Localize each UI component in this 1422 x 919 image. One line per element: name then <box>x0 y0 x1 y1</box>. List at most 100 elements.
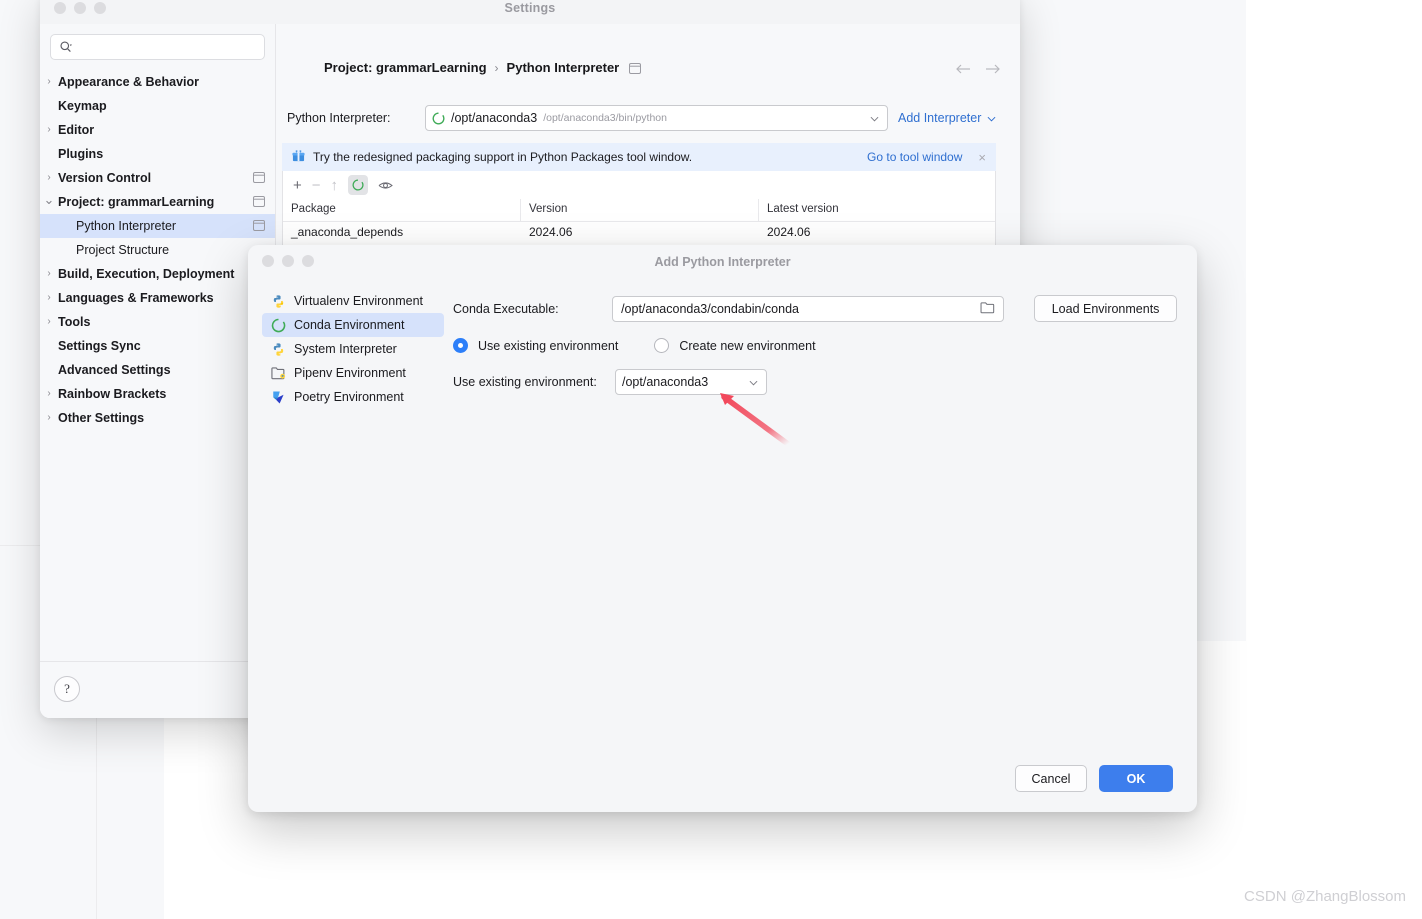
sidebar-item-settings-sync[interactable]: Settings Sync <box>40 334 275 358</box>
chevron-right-icon[interactable]: › <box>40 389 58 399</box>
poetry-icon <box>270 389 286 405</box>
chevron-right-icon[interactable]: › <box>40 173 58 183</box>
conda-executable-value: /opt/anaconda3/condabin/conda <box>621 301 799 316</box>
python-interpreter-subpath: /opt/anaconda3/bin/python <box>543 112 667 124</box>
create-new-environment-radio[interactable] <box>654 338 670 353</box>
package-table-header: Package Version Latest version <box>283 199 995 222</box>
project-scope-icon <box>253 196 265 207</box>
breadcrumb-project[interactable]: Project: grammarLearning <box>324 60 487 75</box>
package-column-header[interactable]: Version <box>521 199 759 221</box>
sidebar-item-plugins[interactable]: Plugins <box>40 142 275 166</box>
env-type-conda-environment[interactable]: Conda Environment <box>262 313 444 337</box>
chevron-down-icon <box>870 111 879 125</box>
table-cell: _anaconda_depends <box>291 225 404 239</box>
dialog-buttons: Cancel OK <box>1015 765 1173 792</box>
packaging-banner: Try the redesigned packaging support in … <box>282 143 996 171</box>
sidebar-item-label: Settings Sync <box>58 339 141 353</box>
chevron-down-icon <box>987 111 996 125</box>
python-interpreter-label: Python Interpreter: <box>287 111 391 125</box>
env-type-system-interpreter[interactable]: System Interpreter <box>262 337 444 361</box>
settings-tree: › Appearance & Behavior Keymap › Editor Plugi… <box>40 66 275 430</box>
conda-icon <box>432 112 445 125</box>
settings-titlebar: Settings <box>40 0 1020 24</box>
conda-executable-row: Conda Executable: /opt/anaconda3/condabi… <box>453 295 1177 322</box>
use-existing-environment-radio-label[interactable]: Use existing environment <box>478 339 618 353</box>
chevron-down-icon[interactable]: ⌄ <box>40 193 58 206</box>
env-type-label: Virtualenv Environment <box>294 294 424 308</box>
use-existing-environment-value: /opt/anaconda3 <box>622 375 709 389</box>
sidebar-item-label: Other Settings <box>58 411 145 425</box>
sidebar-item-other-settings[interactable]: › Other Settings <box>40 406 275 430</box>
settings-window-title: Settings <box>504 1 556 15</box>
search-input[interactable] <box>77 39 256 55</box>
add-interpreter-button[interactable]: Add Interpreter <box>898 111 996 125</box>
close-banner-icon[interactable]: × <box>978 150 986 165</box>
sidebar-item-tools[interactable]: › Tools <box>40 310 275 334</box>
table-cell: 2024.06 <box>529 225 573 239</box>
chevron-right-icon[interactable]: › <box>40 317 58 327</box>
env-type-poetry-environment[interactable]: Poetry Environment <box>262 385 444 409</box>
conda-executable-label: Conda Executable: <box>453 301 559 316</box>
navigation-arrows[interactable] <box>954 62 1002 76</box>
ide-right-panel <box>1246 0 1422 919</box>
sidebar-item-label: Editor <box>58 123 95 137</box>
package-column-header[interactable]: Package <box>283 199 521 221</box>
sidebar-item-label: Plugins <box>58 147 104 161</box>
env-type-pipenv-environment[interactable]: Pipenv Environment <box>262 361 444 385</box>
chevron-right-icon[interactable]: › <box>40 269 58 279</box>
chevron-right-icon[interactable]: › <box>40 413 58 423</box>
help-button[interactable]: ? <box>54 676 80 702</box>
search-icon <box>59 40 73 54</box>
dialog-form: Conda Executable: /opt/anaconda3/condabi… <box>453 295 1177 411</box>
browse-folder-icon[interactable] <box>980 301 995 316</box>
sidebar-item-appearance-behavior[interactable]: › Appearance & Behavior <box>40 70 275 94</box>
sidebar-item-label: Build, Execution, Deployment <box>58 267 235 281</box>
sidebar-item-label: Rainbow Brackets <box>58 387 167 401</box>
packaging-banner-text: Try the redesigned packaging support in … <box>313 150 693 164</box>
load-environments-button[interactable]: Load Environments <box>1034 295 1177 322</box>
show-early-releases-icon[interactable] <box>378 179 393 192</box>
sidebar-item-python-interpreter[interactable]: Python Interpreter <box>40 214 275 238</box>
python-icon <box>270 341 286 357</box>
gift-icon <box>292 149 305 165</box>
settings-search-box[interactable] <box>50 34 265 60</box>
sidebar-item-version-control[interactable]: › Version Control <box>40 166 275 190</box>
sidebar-item-project-grammarlearning[interactable]: ⌄ Project: grammarLearning <box>40 190 275 214</box>
package-column-header[interactable]: Latest version <box>759 199 995 221</box>
conda-executable-input[interactable]: /opt/anaconda3/condabin/conda <box>612 295 1005 322</box>
conda-toolbar-icon[interactable] <box>348 175 369 195</box>
python-interpreter-combo[interactable]: /opt/anaconda3 /opt/anaconda3/bin/python <box>425 105 888 131</box>
chevron-right-icon[interactable]: › <box>40 125 58 135</box>
use-existing-environment-combo[interactable]: /opt/anaconda3 <box>615 369 767 395</box>
project-scope-icon <box>253 220 265 231</box>
back-arrow-icon[interactable] <box>954 62 972 76</box>
sidebar-item-advanced-settings[interactable]: Advanced Settings <box>40 358 275 382</box>
chevron-right-icon[interactable]: › <box>40 293 58 303</box>
environment-mode-radios: Use existing environment Create new envi… <box>453 338 1177 353</box>
add-package-icon[interactable]: + <box>293 178 302 193</box>
sidebar-item-label: Project Structure <box>76 243 170 257</box>
sidebar-item-label: Version Control <box>58 171 152 185</box>
sidebar-item-label: Project: grammarLearning <box>58 195 215 209</box>
watermark: CSDN @ZhangBlossom <box>1244 888 1406 905</box>
sidebar-item-project-structure[interactable]: Project Structure <box>40 238 275 262</box>
project-scope-icon <box>629 62 642 74</box>
sidebar-item-editor[interactable]: › Editor <box>40 118 275 142</box>
go-to-tool-window-link[interactable]: Go to tool window <box>867 150 962 164</box>
table-cell: 2024.06 <box>767 225 811 239</box>
cancel-button[interactable]: Cancel <box>1015 765 1087 792</box>
sidebar-item-keymap[interactable]: Keymap <box>40 94 275 118</box>
forward-arrow-icon[interactable] <box>984 62 1002 76</box>
chevron-right-icon[interactable]: › <box>40 77 58 87</box>
ok-button[interactable]: OK <box>1099 765 1173 792</box>
table-row[interactable]: _anaconda_depends 2024.06 2024.06 <box>283 222 995 245</box>
breadcrumb-separator: › <box>494 60 499 75</box>
sidebar-item-rainbow-brackets[interactable]: › Rainbow Brackets <box>40 382 275 406</box>
create-new-environment-radio-label[interactable]: Create new environment <box>679 339 815 353</box>
sidebar-item-build-execution-deployment[interactable]: › Build, Execution, Deployment <box>40 262 275 286</box>
env-type-virtualenv-environment[interactable]: Virtualenv Environment <box>262 289 444 313</box>
package-toolbar: + − ↑ <box>282 171 996 199</box>
sidebar-item-label: Appearance & Behavior <box>58 75 200 89</box>
use-existing-environment-radio[interactable] <box>453 338 468 353</box>
sidebar-item-languages-frameworks[interactable]: › Languages & Frameworks <box>40 286 275 310</box>
